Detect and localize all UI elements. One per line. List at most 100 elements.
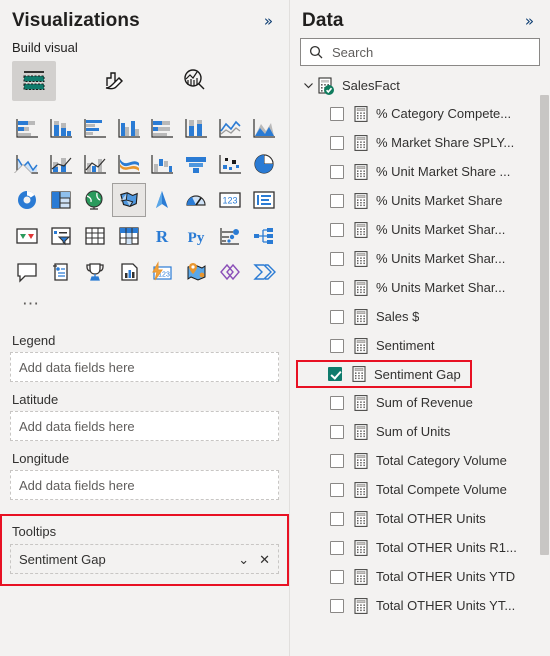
field-row[interactable]: % Unit Market Share ... [296, 157, 550, 186]
field-checkbox[interactable] [330, 540, 344, 555]
field-row[interactable]: % Units Market Shar... [296, 273, 550, 302]
stacked-area-chart[interactable] [10, 147, 44, 181]
field-row[interactable]: Total Compete Volume [296, 475, 550, 504]
matrix[interactable] [112, 219, 146, 253]
key-influencers[interactable] [213, 219, 247, 253]
field-row[interactable]: Sentiment [296, 331, 550, 360]
100-stacked-bar-chart[interactable] [146, 111, 180, 145]
azure-stream-analytics[interactable] [247, 255, 281, 289]
clustered-column-chart[interactable] [112, 111, 146, 145]
map[interactable] [78, 183, 112, 217]
latitude-well[interactable]: Add data fields here [10, 411, 279, 441]
collapse-visualizations-icon[interactable]: » [260, 12, 277, 31]
field-checkbox[interactable] [330, 598, 344, 613]
stacked-bar-chart[interactable] [10, 111, 44, 145]
measure-icon [354, 568, 368, 585]
paginated-report[interactable] [112, 255, 146, 289]
power-automate[interactable] [213, 255, 247, 289]
analytics-tab[interactable] [172, 61, 216, 101]
legend-well[interactable]: Add data fields here [10, 352, 279, 382]
field-checkbox[interactable] [330, 222, 344, 237]
field-row[interactable]: Total Category Volume [296, 446, 550, 475]
more-visuals-button[interactable]: ⋯ [10, 291, 48, 317]
field-wells: Legend Add data fields here Latitude Add… [0, 317, 289, 500]
field-row[interactable]: % Category Compete... [296, 99, 550, 128]
qna-visual[interactable] [10, 255, 44, 289]
field-checkbox[interactable] [330, 482, 344, 497]
field-checkbox[interactable] [330, 106, 344, 121]
collapse-data-icon[interactable]: » [521, 12, 538, 31]
stacked-column-chart[interactable] [44, 111, 78, 145]
line-chart[interactable] [213, 111, 247, 145]
field-row[interactable]: Total OTHER Units YTD [296, 562, 550, 591]
line-and-clustered-column-chart[interactable] [78, 147, 112, 181]
field-checkbox[interactable] [330, 511, 344, 526]
field-row[interactable]: % Market Share SPLY... [296, 128, 550, 157]
data-pane-scrollbar[interactable] [540, 95, 549, 555]
field-checkbox[interactable] [330, 569, 344, 584]
field-row[interactable]: % Units Market Share [296, 186, 550, 215]
field-checkbox[interactable] [330, 135, 344, 150]
funnel-chart[interactable] [179, 147, 213, 181]
gauge[interactable] [179, 183, 213, 217]
search-input[interactable] [330, 43, 531, 61]
search-box[interactable] [300, 38, 540, 66]
line-and-stacked-column-chart[interactable] [44, 147, 78, 181]
smart-narrative[interactable] [44, 255, 78, 289]
treemap[interactable] [44, 183, 78, 217]
field-checkbox[interactable] [330, 424, 344, 439]
longitude-well[interactable]: Add data fields here [10, 470, 279, 500]
field-checkbox[interactable] [330, 453, 344, 468]
field-row[interactable]: Total OTHER Units [296, 504, 550, 533]
power-apps[interactable]: 123 [146, 255, 180, 289]
100-stacked-column-chart[interactable] [179, 111, 213, 145]
field-checkbox[interactable] [330, 251, 344, 266]
table[interactable] [78, 219, 112, 253]
field-row[interactable]: Sentiment Gap [296, 360, 472, 388]
area-chart[interactable] [247, 111, 281, 145]
format-visual-tab[interactable] [92, 61, 136, 101]
chevron-down-icon[interactable]: ⌄ [238, 553, 249, 566]
ribbon-chart[interactable] [112, 147, 146, 181]
clustered-bar-chart[interactable] [78, 111, 112, 145]
field-row[interactable]: Sum of Units [296, 417, 550, 446]
multi-row-card[interactable] [247, 183, 281, 217]
filled-map[interactable] [111, 183, 146, 217]
field-checkbox[interactable] [330, 193, 344, 208]
pie-chart[interactable] [247, 147, 281, 181]
scatter-chart[interactable] [213, 147, 247, 181]
field-checkbox[interactable] [330, 338, 344, 353]
field-checkbox[interactable] [330, 395, 344, 410]
field-row[interactable]: Sum of Revenue [296, 388, 550, 417]
field-checkbox[interactable] [330, 309, 344, 324]
card[interactable]: 123 [213, 183, 247, 217]
kpi[interactable] [10, 219, 44, 253]
svg-text:R: R [156, 227, 169, 246]
visualizations-pane: Visualizations » Build visual 123 R Py 1… [0, 0, 290, 656]
field-row[interactable]: % Units Market Shar... [296, 244, 550, 273]
r-script-visual[interactable]: R [146, 219, 180, 253]
field-checkbox[interactable] [330, 280, 344, 295]
python-visual[interactable]: Py [179, 219, 213, 253]
chevron-down-icon[interactable] [300, 80, 316, 91]
field-name: % Units Market Shar... [376, 251, 506, 266]
table-node-salesfact[interactable]: SalesFact [296, 72, 550, 99]
build-visual-tab[interactable] [12, 61, 56, 101]
donut-chart[interactable] [10, 183, 44, 217]
field-row[interactable]: Sales $ [296, 302, 550, 331]
waterfall-chart[interactable] [146, 147, 180, 181]
close-icon[interactable]: ✕ [259, 553, 270, 566]
slicer[interactable] [44, 219, 78, 253]
field-checkbox[interactable] [330, 164, 344, 179]
azure-map[interactable] [146, 183, 180, 217]
field-row[interactable]: % Units Market Shar... [296, 215, 550, 244]
arcgis-maps[interactable] [179, 255, 213, 289]
fields-build-icon [21, 67, 47, 96]
tooltips-well[interactable]: Sentiment Gap ⌄ ✕ [10, 544, 279, 574]
field-row[interactable]: Total OTHER Units YT... [296, 591, 550, 620]
field-row[interactable]: Total OTHER Units R1... [296, 533, 550, 562]
field-checkbox[interactable] [328, 367, 342, 381]
decomposition-tree[interactable] [247, 219, 281, 253]
metrics-visual[interactable] [78, 255, 112, 289]
table-name: SalesFact [342, 78, 400, 93]
